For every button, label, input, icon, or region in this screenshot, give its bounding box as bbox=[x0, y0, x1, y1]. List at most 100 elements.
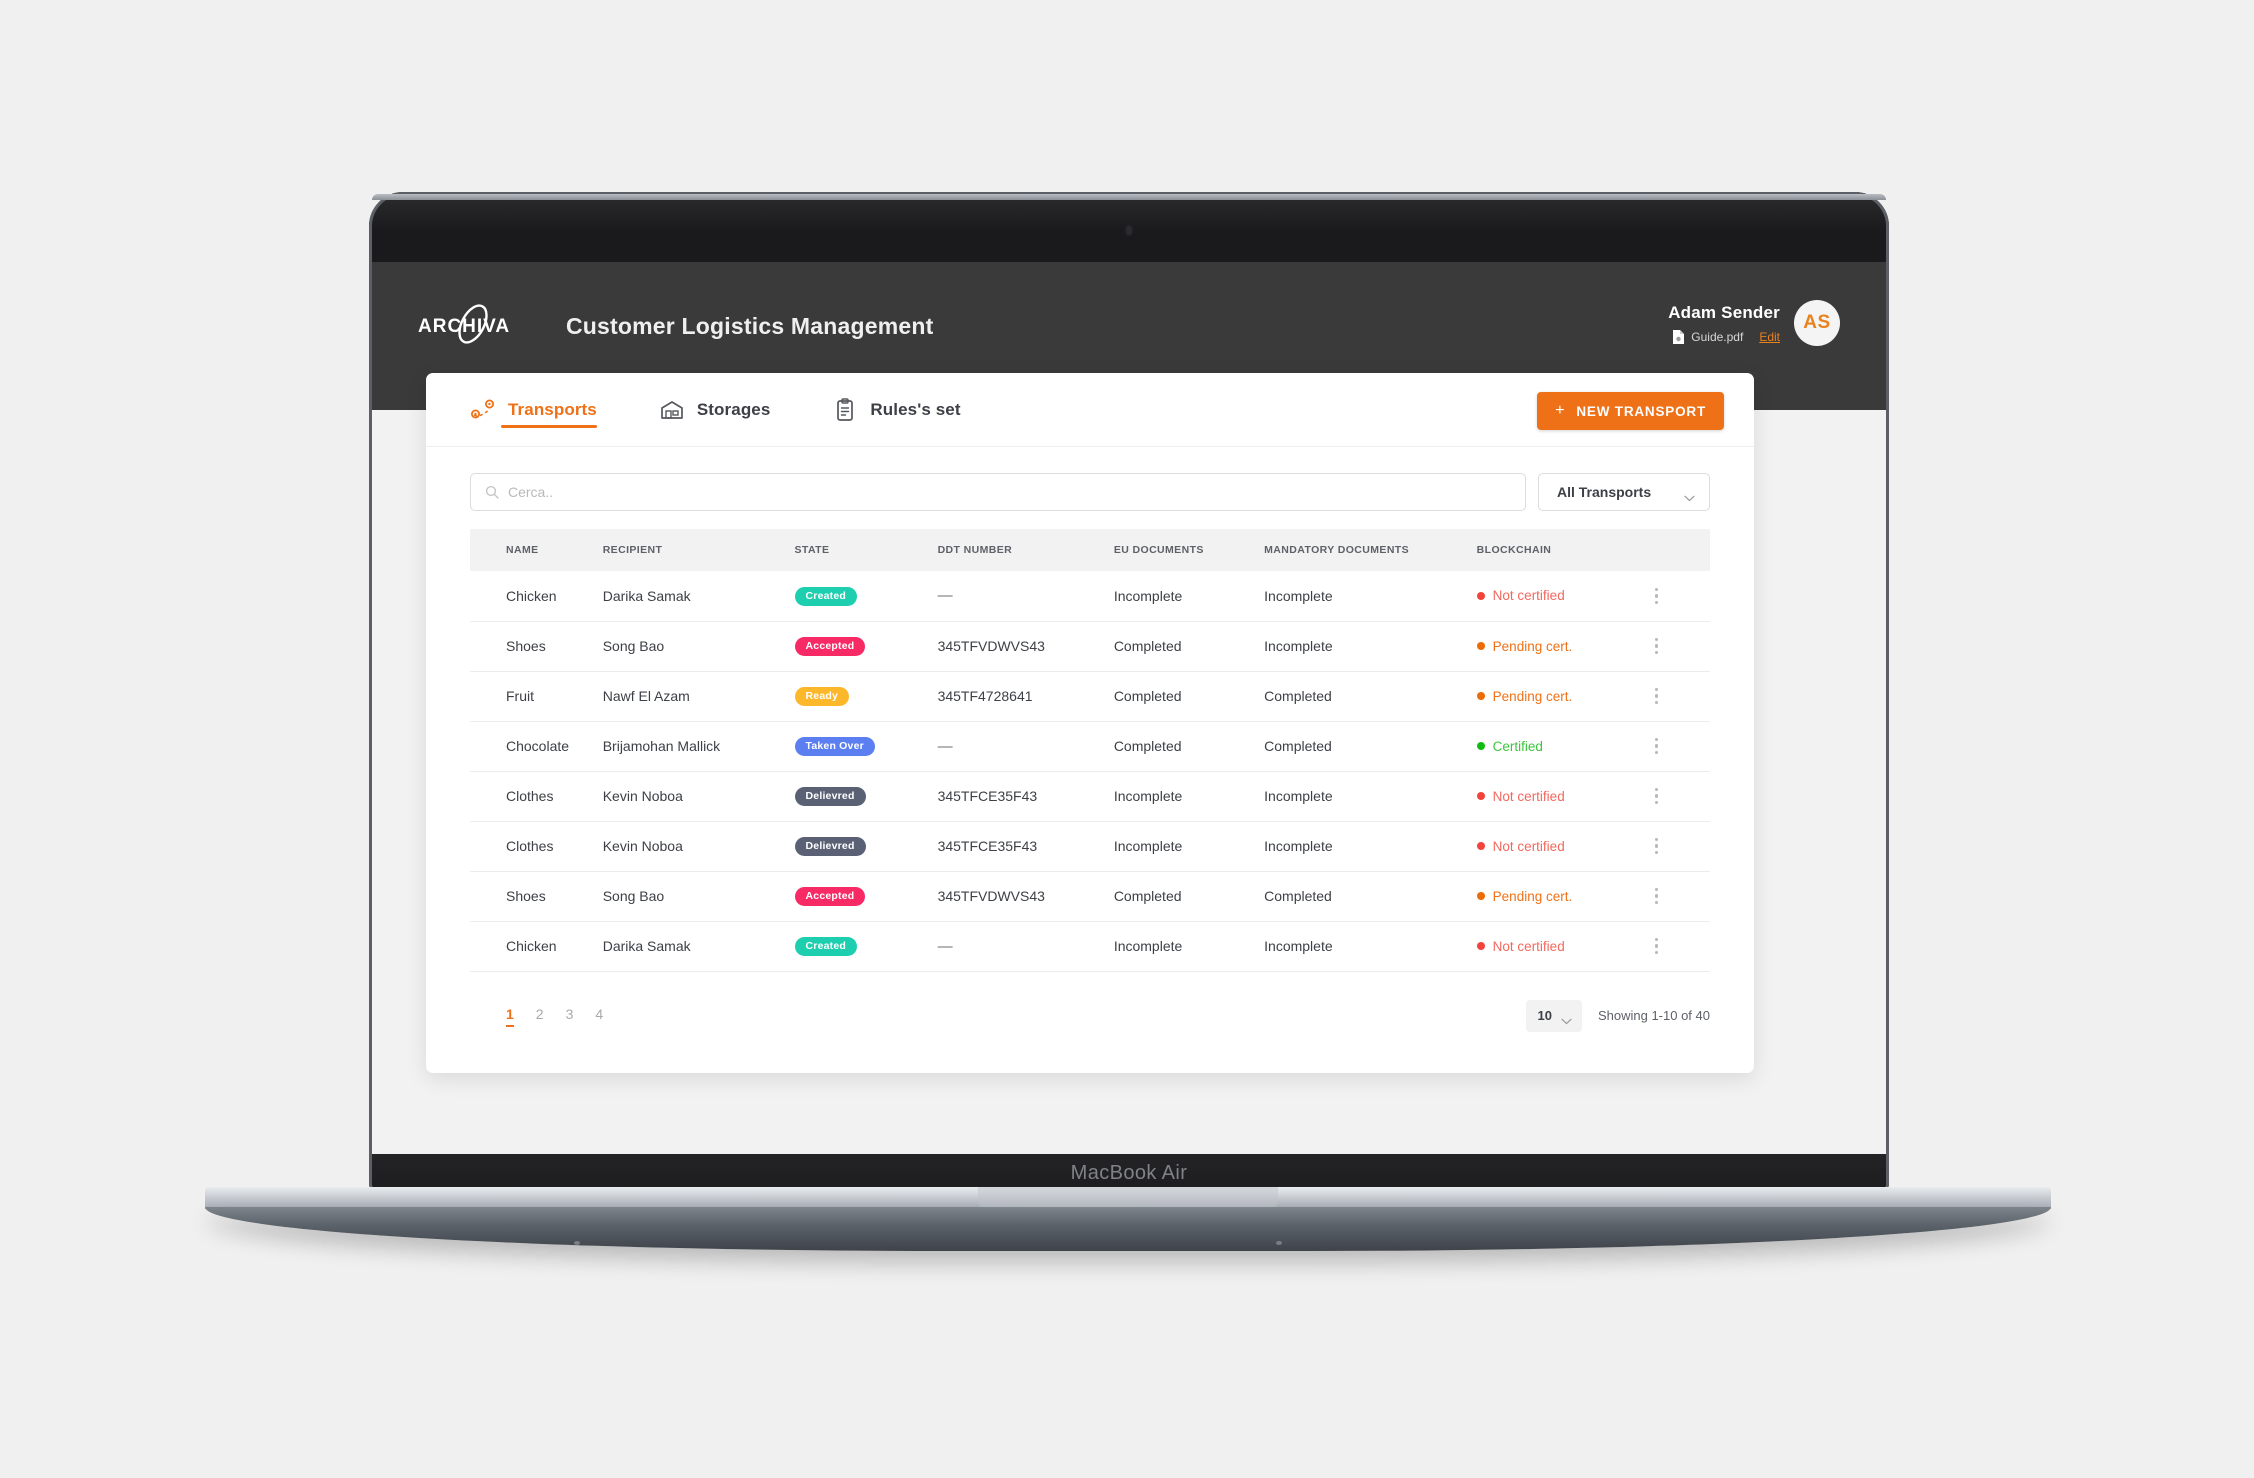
page-number[interactable]: 4 bbox=[595, 1006, 603, 1026]
cell-blockchain: Pending cert. bbox=[1476, 621, 1648, 672]
transports-table-area: NAME RECIPIENT STATE DDT NUMBER EU DOCUM… bbox=[426, 529, 1754, 972]
laptop-mockup: ARCHIVA Customer Logistics Management Ad… bbox=[369, 192, 1889, 1192]
plus-icon: + bbox=[1555, 402, 1566, 419]
table-row[interactable]: Chicken Darika Samak Created — Incomplete Inc… bbox=[470, 921, 1710, 972]
status-badge: Accepted bbox=[794, 886, 866, 907]
column-header-state: STATE bbox=[794, 544, 830, 556]
cell-state: Taken Over bbox=[794, 721, 938, 772]
laptop-lid: ARCHIVA Customer Logistics Management Ad… bbox=[369, 192, 1889, 1192]
blockchain-status-label: Not certified bbox=[1492, 788, 1565, 804]
cell-state: Accepted bbox=[794, 621, 938, 672]
cell-eu-documents: Completed bbox=[1113, 721, 1265, 772]
page-size-value: 10 bbox=[1537, 1008, 1552, 1023]
table-header-row: NAME RECIPIENT STATE DDT NUMBER EU DOCUM… bbox=[470, 529, 1710, 571]
guide-pdf-link[interactable]: Guide.pdf bbox=[1672, 329, 1743, 345]
cell-mandatory-documents: Completed bbox=[1264, 871, 1477, 922]
cell-state: Delievred bbox=[794, 771, 938, 822]
row-menu-icon[interactable] bbox=[1648, 637, 1666, 655]
row-menu-icon[interactable] bbox=[1648, 937, 1666, 955]
page-number[interactable]: 3 bbox=[566, 1006, 574, 1026]
column-header-blockchain: BLOCKCHAIN bbox=[1476, 544, 1552, 556]
laptop-chin: MacBook Air bbox=[372, 1154, 1886, 1189]
status-dot-icon bbox=[1476, 792, 1485, 800]
table-head: NAME RECIPIENT STATE DDT NUMBER EU DOCUM… bbox=[470, 529, 1710, 571]
transport-filter-select[interactable]: All Transports bbox=[1538, 473, 1710, 511]
row-menu-icon[interactable] bbox=[1648, 687, 1666, 705]
row-menu-icon[interactable] bbox=[1648, 787, 1666, 805]
cell-mandatory-documents: Incomplete bbox=[1264, 921, 1477, 972]
cell-name: Clothes bbox=[470, 771, 603, 822]
blockchain-status: Pending cert. bbox=[1476, 888, 1648, 904]
cell-blockchain: Certified bbox=[1476, 721, 1648, 772]
row-menu-icon[interactable] bbox=[1648, 887, 1666, 905]
cell-eu-documents: Completed bbox=[1113, 671, 1265, 722]
cell-mandatory-documents: Incomplete bbox=[1264, 621, 1477, 672]
blockchain-status: Not certified bbox=[1476, 838, 1648, 854]
page-number[interactable]: 2 bbox=[536, 1006, 544, 1026]
table-row[interactable]: Clothes Kevin Noboa Delievred 345TFCE35F43 I… bbox=[470, 771, 1710, 822]
user-text: Adam Sender Guide.pdf Edit bbox=[1668, 302, 1780, 345]
blockchain-status-label: Not certified bbox=[1492, 838, 1565, 854]
cell-recipient: Brijamohan Mallick bbox=[602, 721, 795, 772]
cell-eu-documents: Incomplete bbox=[1113, 821, 1265, 872]
filter-row: All Transports bbox=[426, 447, 1754, 529]
cell-name: Clothes bbox=[470, 821, 603, 872]
table-row[interactable]: Chicken Darika Samak Created — Incomplete Inc… bbox=[470, 571, 1710, 622]
cell-ddt-number: 345TFVDWVS43 bbox=[937, 871, 1114, 922]
cell-recipient: Kevin Noboa bbox=[602, 821, 795, 872]
cell-ddt-number: 345TFCE35F43 bbox=[937, 821, 1114, 872]
cell-name: Chocolate bbox=[470, 721, 603, 772]
status-badge: Taken Over bbox=[794, 736, 875, 757]
showing-range-label: Showing 1-10 of 40 bbox=[1597, 1008, 1710, 1023]
status-badge: Created bbox=[794, 586, 857, 606]
chevron-down-icon bbox=[1561, 1012, 1572, 1025]
cell-blockchain: Pending cert. bbox=[1476, 871, 1648, 922]
status-dot-icon bbox=[1476, 842, 1485, 850]
new-transport-button[interactable]: + NEW TRANSPORT bbox=[1537, 392, 1724, 430]
cell-mandatory-documents: Incomplete bbox=[1264, 571, 1477, 622]
cell-actions bbox=[1647, 621, 1710, 672]
search-box[interactable] bbox=[470, 473, 1526, 511]
app-viewport: ARCHIVA Customer Logistics Management Ad… bbox=[372, 262, 1886, 1154]
status-badge: Accepted bbox=[794, 636, 866, 657]
edit-profile-link[interactable]: Edit bbox=[1759, 330, 1780, 344]
device-model-label: MacBook Air bbox=[1070, 1162, 1188, 1184]
status-badge: Delievred bbox=[794, 786, 866, 807]
table-row[interactable]: Fruit Nawf El Azam Ready 345TF4728641 Comple… bbox=[470, 671, 1710, 722]
row-menu-icon[interactable] bbox=[1648, 837, 1666, 855]
cell-recipient: Darika Samak bbox=[602, 921, 795, 972]
tab-transports-label: Transports bbox=[508, 399, 597, 419]
tab-transports[interactable]: Transports bbox=[470, 373, 597, 447]
blockchain-status: Pending cert. bbox=[1476, 638, 1648, 654]
row-menu-icon[interactable] bbox=[1648, 737, 1666, 755]
status-dot-icon bbox=[1476, 742, 1485, 750]
status-dot-icon bbox=[1476, 692, 1485, 700]
column-header-recipient: RECIPIENT bbox=[602, 544, 663, 556]
tab-rules-set[interactable]: Rules's set bbox=[832, 373, 961, 447]
tab-storages-label: Storages bbox=[696, 399, 771, 419]
table-row[interactable]: Clothes Kevin Noboa Delievred 345TFCE35F43 I… bbox=[470, 821, 1710, 872]
blockchain-status: Not certified bbox=[1476, 939, 1648, 954]
table-row[interactable]: Shoes Song Bao Accepted 345TFVDWVS43 Complet… bbox=[470, 621, 1710, 672]
blockchain-status-label: Pending cert. bbox=[1492, 638, 1573, 654]
cell-actions bbox=[1647, 821, 1710, 872]
cell-eu-documents: Completed bbox=[1113, 621, 1265, 672]
brand-row: ARCHIVA Customer Logistics Management bbox=[418, 304, 933, 348]
cell-eu-documents: Incomplete bbox=[1113, 921, 1265, 972]
row-menu-icon[interactable] bbox=[1648, 587, 1666, 604]
table-row[interactable]: Chocolate Brijamohan Mallick Taken Over — Co… bbox=[470, 721, 1710, 772]
blockchain-status-label: Pending cert. bbox=[1492, 888, 1573, 904]
blockchain-status-label: Not certified bbox=[1492, 588, 1565, 604]
app-title: Customer Logistics Management bbox=[566, 312, 934, 339]
warehouse-icon bbox=[659, 397, 685, 423]
status-dot-icon bbox=[1476, 942, 1485, 950]
avatar[interactable]: AS bbox=[1794, 300, 1840, 346]
tab-storages[interactable]: Storages bbox=[659, 373, 771, 447]
table-row[interactable]: Shoes Song Bao Accepted 345TFVDWVS43 Complet… bbox=[470, 871, 1710, 922]
search-input[interactable] bbox=[508, 484, 1511, 500]
column-header-name: NAME bbox=[506, 544, 539, 556]
guide-pdf-label: Guide.pdf bbox=[1691, 329, 1744, 344]
page-size-select[interactable]: 10 bbox=[1525, 999, 1582, 1032]
user-account-block[interactable]: Adam Sender Guide.pdf Edit AS bbox=[1668, 300, 1840, 346]
page-number[interactable]: 1 bbox=[506, 1006, 514, 1027]
